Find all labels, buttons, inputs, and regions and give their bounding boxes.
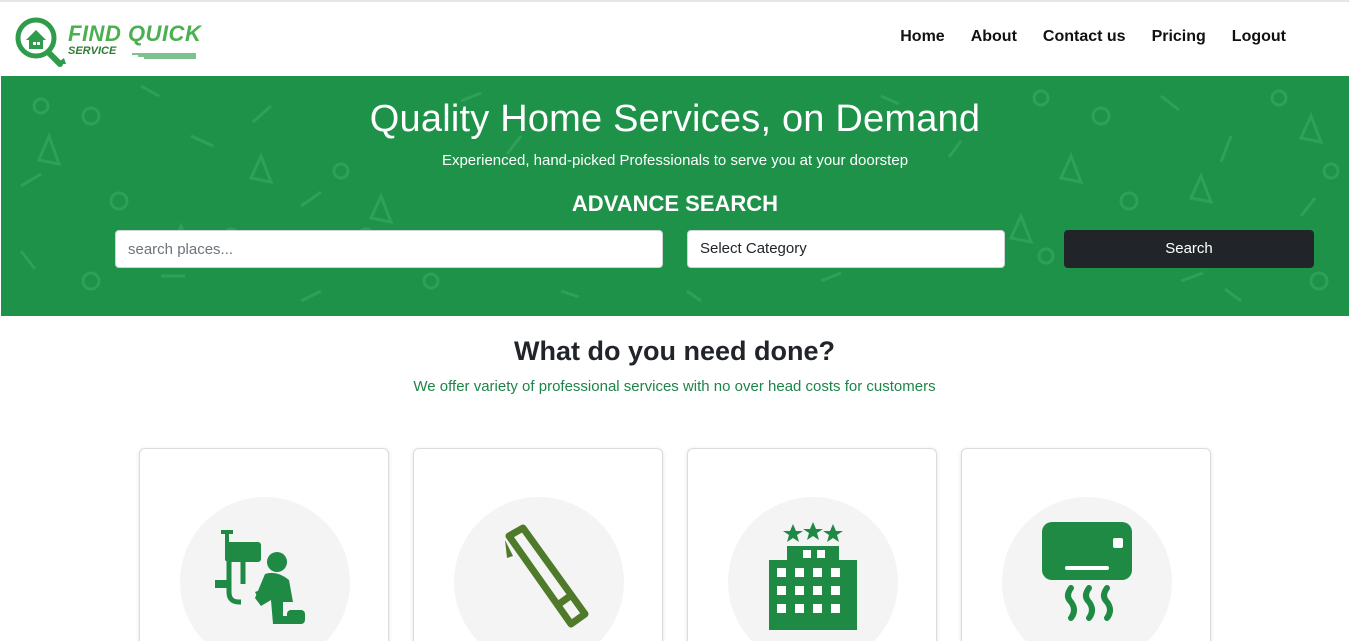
hero-title: Quality Home Services, on Demand	[369, 98, 981, 140]
magnifier-house-logo-icon	[15, 17, 66, 67]
hero-subtitle: Experienced, hand-picked Professionals t…	[441, 152, 909, 169]
nav-contact-us[interactable]: Contact us	[1030, 26, 1139, 48]
hero-banner: Quality Home Services, on Demand Experie…	[1, 76, 1349, 316]
icon-circle	[1002, 497, 1172, 641]
air-conditioner-icon	[1042, 522, 1132, 621]
service-card-carpentry[interactable]	[413, 448, 663, 641]
hotel-building-icon	[769, 522, 857, 630]
brand-wordmark: FIND QUICK SERVICE	[68, 21, 202, 58]
services-section-title: What do you need done?	[514, 336, 835, 366]
service-card-building[interactable]	[687, 448, 937, 641]
main-nav: Home About Contact us Pricing Logout	[887, 26, 1299, 48]
speed-lines-icon	[132, 53, 196, 59]
nav-home[interactable]: Home	[887, 26, 957, 48]
category-select[interactable]: Select Category	[687, 230, 1005, 268]
nav-about[interactable]: About	[958, 26, 1030, 48]
search-places-input[interactable]	[115, 230, 663, 268]
brand-logo[interactable]: FIND QUICK SERVICE	[14, 14, 204, 70]
navbar: FIND QUICK SERVICE Home About Contact us…	[0, 2, 1349, 76]
services-section-subtitle: We offer variety of professional service…	[413, 378, 936, 395]
icon-circle	[454, 497, 624, 641]
search-button[interactable]: Search	[1064, 230, 1314, 268]
nav-logout[interactable]: Logout	[1219, 26, 1299, 48]
service-card-air-conditioning[interactable]	[961, 448, 1211, 641]
icon-circle	[728, 497, 898, 641]
brand-name-line1: FIND QUICK	[68, 21, 202, 46]
nav-pricing[interactable]: Pricing	[1139, 26, 1219, 48]
service-card-plumbing[interactable]	[139, 448, 389, 641]
icon-circle	[180, 497, 350, 641]
advance-search-title: ADVANCE SEARCH	[571, 191, 779, 216]
saw-icon	[505, 524, 589, 628]
plumber-icon	[215, 530, 305, 624]
